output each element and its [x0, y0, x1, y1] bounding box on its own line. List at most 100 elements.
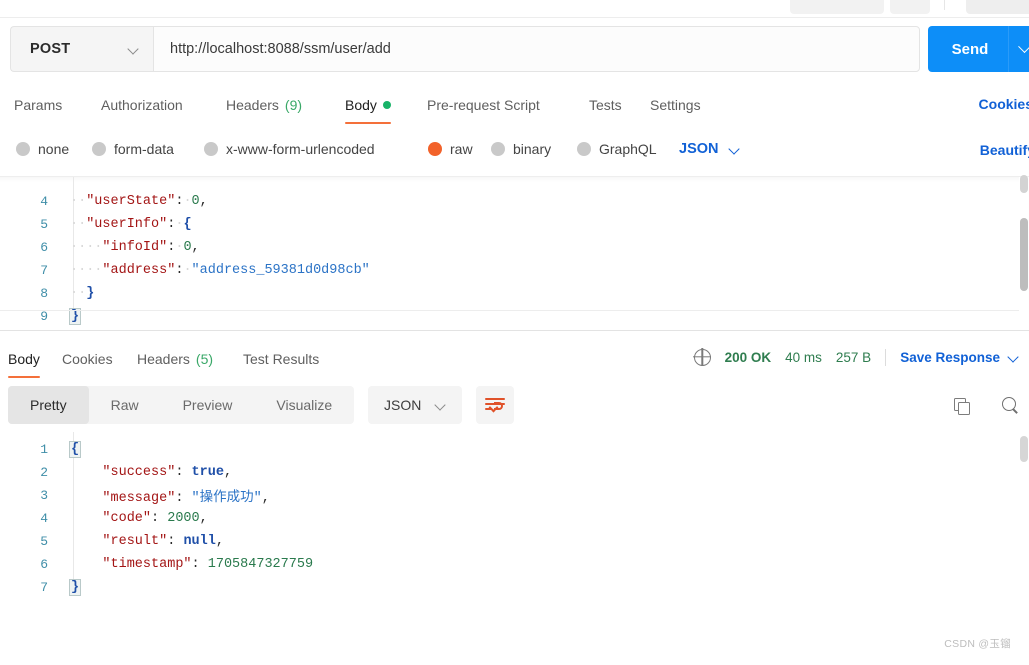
view-mode-visualize-label: Visualize: [276, 397, 333, 413]
response-view-mode-group: Pretty Raw Preview Visualize: [8, 386, 355, 424]
toolbar-ghost-item-3[interactable]: [966, 0, 1029, 14]
search-response-button[interactable]: [991, 386, 1029, 424]
body-type-graphql-label: GraphQL: [599, 141, 657, 157]
view-mode-preview[interactable]: Preview: [161, 386, 255, 424]
scrollbar-thumb[interactable]: [1020, 218, 1028, 291]
line-number: 7: [40, 263, 48, 278]
tab-headers[interactable]: Headers (9): [226, 88, 302, 121]
line-number: 5: [40, 534, 48, 549]
response-editor-scrollbar-thumb[interactable]: [1020, 436, 1028, 462]
tab-body-label: Body: [345, 96, 377, 113]
response-tab-test-results[interactable]: Test Results: [243, 342, 319, 375]
word-wrap-button[interactable]: [476, 386, 514, 424]
view-mode-raw[interactable]: Raw: [89, 386, 161, 424]
body-type-binary[interactable]: binary: [491, 134, 551, 164]
line-number: 4: [40, 194, 48, 209]
globe-icon: [693, 348, 711, 366]
body-type-raw-label: raw: [450, 141, 473, 157]
code-line: 4 "code": 2000,: [0, 507, 208, 530]
line-content: {: [68, 441, 82, 458]
request-url-input[interactable]: http://localhost:8088/ssm/user/add: [153, 26, 920, 72]
tab-settings-label: Settings: [650, 96, 701, 113]
code-line: 6 "timestamp": 1705847327759: [0, 553, 313, 576]
toolbar-bottom-border: [0, 17, 1029, 18]
view-mode-raw-label: Raw: [110, 397, 139, 413]
response-tab-cookies-label: Cookies: [62, 350, 113, 367]
toolbar-ghost-item-2[interactable]: [890, 0, 930, 14]
line-content: }: [68, 308, 82, 325]
response-tab-body[interactable]: Body: [8, 342, 40, 378]
json-value-result: null: [183, 534, 216, 549]
body-type-form-data[interactable]: form-data: [92, 134, 174, 164]
tab-settings[interactable]: Settings: [650, 88, 701, 121]
http-method-selector[interactable]: POST: [10, 26, 153, 72]
line-number: 6: [40, 557, 48, 572]
raw-format-selector[interactable]: JSON: [679, 134, 740, 164]
save-response-button[interactable]: Save Response: [900, 350, 1019, 365]
top-toolbar-clipped: [0, 0, 1029, 17]
line-number: 4: [40, 511, 48, 526]
line-number: 3: [40, 488, 48, 503]
code-line: 8 ··}: [0, 282, 94, 305]
save-response-label: Save Response: [900, 349, 1000, 365]
json-value-message: 操作成功: [199, 491, 254, 506]
line-number: 7: [40, 580, 48, 595]
radio-raw-selected-icon: [428, 142, 442, 156]
response-format-selector[interactable]: JSON: [368, 386, 463, 424]
scrollbar-thumb-top[interactable]: [1020, 175, 1028, 193]
send-button[interactable]: Send: [928, 26, 1029, 72]
cookies-link[interactable]: Cookies: [979, 96, 1029, 112]
tab-params[interactable]: Params: [14, 88, 62, 121]
line-content: "success": true,: [102, 465, 233, 480]
watermark: CSDN @玉镏: [944, 638, 1011, 650]
chevron-down-icon: [1008, 352, 1019, 363]
code-line: 5 ··"userInfo":·{: [0, 213, 192, 236]
request-body-editor[interactable]: 4 ··"userState":·0, 5 ··"userInfo":·{ 6 …: [0, 175, 1029, 325]
tab-pre-request-script[interactable]: Pre-request Script: [427, 88, 540, 121]
tab-authorization[interactable]: Authorization: [101, 88, 183, 121]
view-mode-pretty[interactable]: Pretty: [8, 386, 89, 424]
send-options-chevron-icon[interactable]: [1009, 45, 1029, 54]
response-size: 257 B: [835, 349, 872, 365]
radio-graphql-icon: [577, 142, 591, 156]
raw-format-label: JSON: [679, 141, 719, 157]
code-line: 7 }: [0, 576, 82, 599]
tab-body[interactable]: Body: [345, 88, 391, 124]
response-tab-headers-label: Headers: [137, 350, 190, 367]
response-tab-body-active-indicator: [8, 375, 40, 378]
response-tab-test-results-label: Test Results: [243, 350, 320, 367]
json-value-timestamp: 1705847327759: [207, 557, 314, 572]
editor-inner-bottom-border: [0, 310, 1019, 311]
http-method-label: POST: [30, 41, 71, 57]
response-tab-headers-count: (5): [195, 350, 214, 367]
tab-tests[interactable]: Tests: [589, 88, 622, 121]
body-type-urlencoded[interactable]: x-www-form-urlencoded: [204, 134, 375, 164]
toolbar-ghost-item-1[interactable]: [790, 0, 884, 14]
radio-urlencoded-icon: [204, 142, 218, 156]
body-type-raw[interactable]: raw: [428, 134, 473, 164]
line-number: 6: [40, 240, 48, 255]
line-number: 5: [40, 217, 48, 232]
response-format-label: JSON: [384, 397, 422, 413]
status-code: 200 OK: [724, 349, 772, 365]
request-response-divider[interactable]: [0, 330, 1029, 331]
response-body-editor[interactable]: 1 { 2 "success": true, 3 "message": "操作成…: [0, 432, 1029, 632]
view-mode-visualize[interactable]: Visualize: [254, 386, 354, 424]
body-type-row: none form-data x-www-form-urlencoded raw…: [0, 134, 1029, 164]
code-line: 2 "success": true,: [0, 461, 232, 484]
response-tab-headers[interactable]: Headers (5): [137, 342, 213, 375]
toolbar-divider: [944, 0, 945, 10]
copy-response-button[interactable]: [942, 386, 980, 424]
response-tab-cookies[interactable]: Cookies: [62, 342, 113, 375]
body-type-none[interactable]: none: [16, 134, 69, 164]
line-content: "code": 2000,: [102, 511, 208, 526]
request-editor-scrollbar[interactable]: [1019, 175, 1029, 325]
line-content: ··"userInfo":·{: [70, 217, 192, 232]
beautify-link[interactable]: Beautify: [980, 142, 1029, 158]
chevron-down-icon: [729, 144, 740, 155]
body-type-graphql[interactable]: GraphQL: [577, 134, 657, 164]
line-content: ····"infoId":·0,: [70, 240, 200, 255]
request-tab-bar: Params Authorization Headers (9) Body Pr…: [0, 88, 1029, 124]
code-line: 6 ····"infoId":·0,: [0, 236, 200, 259]
status-divider: [885, 348, 887, 366]
